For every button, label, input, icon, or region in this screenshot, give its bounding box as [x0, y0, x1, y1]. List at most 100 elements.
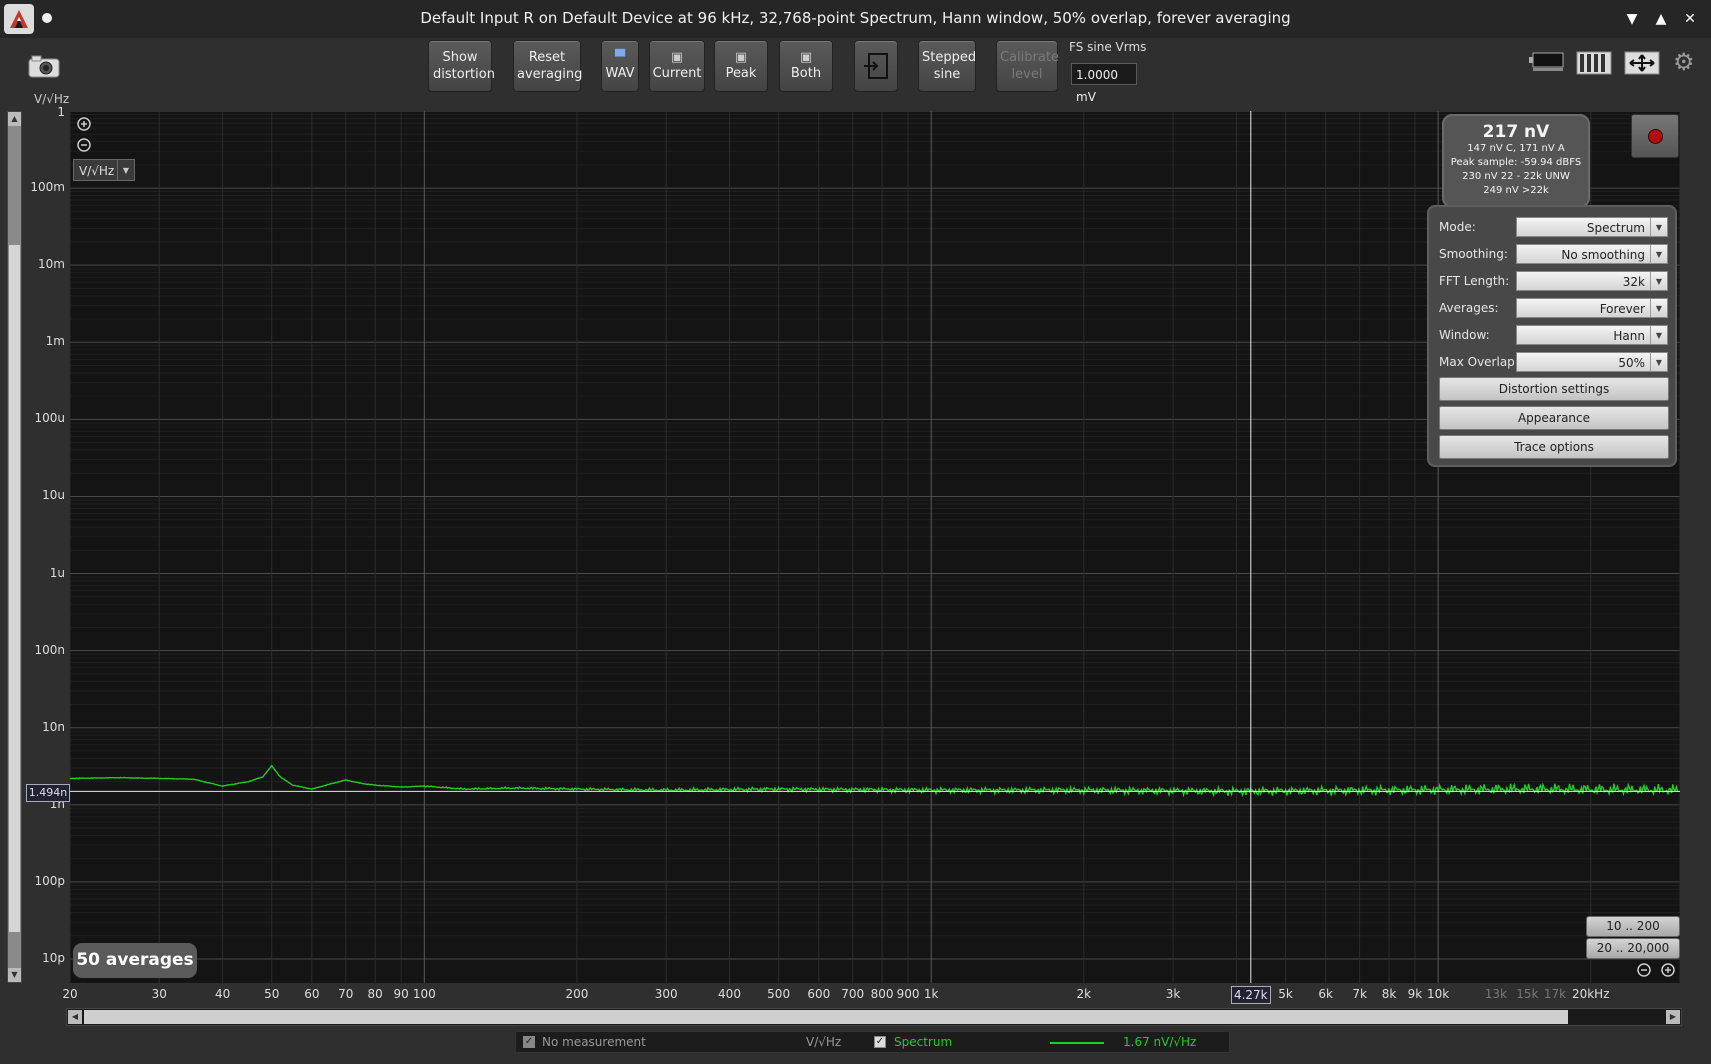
y-tick-label: 100m — [30, 180, 65, 195]
stepped-sine-button[interactable]: Stepped sine — [918, 40, 976, 92]
x-tick-label: 6k — [1318, 987, 1333, 1001]
x-tick-label: 200 — [565, 987, 589, 1001]
fft-length-select[interactable]: 32k ▼ — [1516, 271, 1668, 291]
cursor-x-readout: 4.27k — [1230, 986, 1271, 1004]
zoom-in-icon — [1661, 963, 1675, 977]
zoom-controls — [76, 116, 92, 160]
appearance-button[interactable]: Appearance — [1439, 406, 1669, 430]
record-icon — [1648, 129, 1663, 144]
mode-select[interactable]: Spectrum ▼ — [1516, 217, 1668, 237]
scroll-down-arrow-icon[interactable]: ▼ — [8, 968, 21, 982]
save-both-button[interactable]: ▣ Both — [779, 40, 833, 92]
window-close-button[interactable]: ✕ — [1678, 8, 1702, 30]
y-scrollbar[interactable]: ▲ ▼ — [7, 111, 22, 983]
scroll-up-arrow-icon[interactable]: ▲ — [8, 112, 21, 126]
import-icon — [864, 53, 888, 79]
max-overlap-row: Max Overlap: 50% ▼ — [1439, 352, 1669, 374]
y-tick-label: 100n — [34, 642, 65, 657]
settings-panel: Mode: Spectrum ▼ Smoothing: No smoothing ▼ F… — [1427, 205, 1677, 467]
no-measurement-label: No measurement — [542, 1035, 646, 1049]
no-measurement-checkbox[interactable]: ✓ — [523, 1036, 535, 1048]
wav-button[interactable]: ▀ WAV — [601, 40, 639, 92]
x-tick-label: 20 — [62, 987, 78, 1001]
readout-line-4: 249 nV >22k — [1483, 185, 1549, 196]
save-icon: ▣ — [799, 49, 813, 65]
x-tick-label: 8k — [1381, 987, 1397, 1001]
smoothing-value: No smoothing — [1561, 248, 1645, 262]
spectrum-label: Spectrum — [894, 1035, 953, 1049]
x-tick-label: 9k — [1407, 987, 1423, 1001]
camera-icon[interactable] — [28, 54, 60, 82]
window-maximize-button[interactable]: ▲ — [1649, 8, 1673, 30]
show-distortion-label: Show distortion — [433, 50, 495, 82]
trace-options-button[interactable]: Trace options — [1439, 435, 1669, 459]
fullscreen-icon[interactable] — [1624, 51, 1660, 79]
y-tick-label: 10u — [42, 488, 65, 503]
save-peak-button[interactable]: ▣ Peak — [714, 40, 768, 92]
range-20-20000-button[interactable]: 20 .. 20,000 — [1586, 938, 1680, 959]
x-scrollbar-thumb[interactable] — [84, 1010, 1568, 1024]
spectrum-line-swatch — [1050, 1042, 1104, 1044]
x-tick-label: 10k — [1427, 987, 1450, 1001]
show-distortion-button[interactable]: Show distortion — [428, 40, 495, 92]
x-tick-label: 600 — [807, 987, 831, 1001]
x-tick-label: 800 — [870, 987, 894, 1001]
readout-main-value: 217 nV — [1482, 122, 1550, 142]
title-bar: Default Input R on Default Device at 96 … — [0, 0, 1711, 38]
fft-length-label: FFT Length: — [1439, 274, 1510, 288]
reset-averaging-button[interactable]: Reset averaging — [513, 40, 583, 92]
x-tick-label: 70 — [338, 987, 354, 1001]
x-tick-label: 5k — [1278, 987, 1293, 1001]
x-tick-label: 17k — [1543, 987, 1567, 1001]
range-10-200-button[interactable]: 10 .. 200 — [1586, 916, 1680, 937]
x-scrollbar[interactable]: ◀ ▶ — [66, 1008, 1682, 1026]
scroll-right-arrow-icon[interactable]: ▶ — [1666, 1010, 1680, 1024]
chevron-down-icon: ▼ — [117, 160, 134, 180]
peak-label: Peak — [725, 65, 757, 81]
x-tick-label: 900 — [896, 987, 920, 1001]
window-select[interactable]: Hann ▼ — [1516, 325, 1668, 345]
mode-label: Mode: — [1439, 220, 1476, 234]
max-overlap-select[interactable]: 50% ▼ — [1516, 352, 1668, 372]
window-label: Window: — [1439, 328, 1490, 342]
calibrate-level-button[interactable]: Calibrate level — [996, 40, 1059, 92]
layout-icon[interactable] — [1527, 51, 1567, 77]
window-menu-button[interactable]: ▼ — [1620, 8, 1644, 30]
y-tick-label: 10m — [38, 257, 65, 272]
averages-row: Averages: Forever ▼ — [1439, 298, 1669, 320]
current-label: Current — [652, 65, 702, 81]
zoom-out-icon — [1637, 963, 1651, 977]
averages-select[interactable]: Forever ▼ — [1516, 298, 1668, 318]
mode-row: Mode: Spectrum ▼ — [1439, 217, 1669, 239]
y-tick-label: 100p — [34, 873, 65, 888]
x-tick-label: 7k — [1352, 987, 1367, 1001]
x-tick-label: 300 — [654, 987, 678, 1001]
wav-label: WAV — [605, 65, 635, 81]
fs-sine-input[interactable]: 1.0000 mV — [1071, 63, 1137, 104]
scroll-left-arrow-icon[interactable]: ◀ — [68, 1010, 82, 1024]
y-scrollbar-thumb[interactable] — [9, 245, 20, 932]
smoothing-label: Smoothing: — [1439, 247, 1508, 261]
bars-view-icon[interactable] — [1576, 51, 1612, 79]
gear-icon[interactable]: ⚙ — [1673, 50, 1695, 74]
record-button[interactable] — [1631, 114, 1679, 158]
save-current-button[interactable]: ▣ Current — [649, 40, 705, 92]
calibrate-level-label: Calibrate level — [1000, 50, 1059, 82]
smoothing-select[interactable]: No smoothing ▼ — [1516, 244, 1668, 264]
y-tick-label: 1m — [45, 334, 65, 349]
window-title: Default Input R on Default Device at 96 … — [420, 9, 1291, 27]
y-tick-label: 10n — [42, 719, 65, 734]
x-tick-label: 40 — [214, 987, 231, 1001]
spectrum-checkbox[interactable]: ✓ — [874, 1036, 886, 1048]
x-tick-label: 700 — [841, 987, 865, 1001]
unit-select-value: V/√Hz — [79, 164, 115, 178]
y-tick-label: 10p — [42, 951, 65, 965]
readout-line-2: Peak sample: -59.94 dBFS — [1450, 157, 1582, 168]
unit-select[interactable]: V/√Hz ▼ — [73, 159, 135, 181]
x-tick-label: 100 — [412, 987, 436, 1001]
import-button[interactable] — [854, 40, 898, 92]
chevron-down-icon: ▼ — [1650, 245, 1667, 263]
reset-averaging-label: Reset averaging — [517, 50, 583, 82]
distortion-settings-button[interactable]: Distortion settings — [1439, 377, 1669, 401]
y-tick-label: 1 — [57, 105, 65, 119]
